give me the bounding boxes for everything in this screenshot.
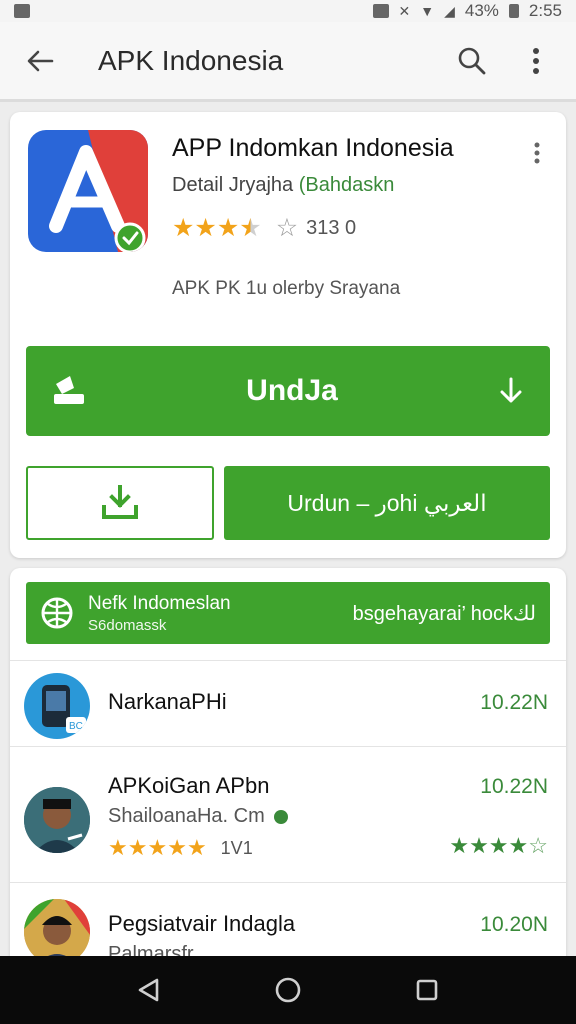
status-bar: ✕ ▼ ◢ 43% 2:55: [0, 0, 576, 22]
secondary-actions: Urdun – رohi العربي: [26, 466, 550, 540]
sim-icon: [372, 4, 389, 18]
app-publisher: ShailoanaHa. Cm: [108, 805, 289, 828]
app-description: APK PK 1u olerby Srayana: [172, 278, 401, 299]
app-name: NarkanaPHi: [108, 689, 227, 714]
rating-label: 1V1: [220, 837, 253, 858]
star-full-icon: ★: [216, 214, 240, 242]
promo-banner[interactable]: Nefk Indomeslan S6domassk bsgehayarai’ h…: [26, 582, 550, 644]
open-button[interactable]: Urdun – رohi العربي: [224, 466, 550, 540]
related-apps-card: Nefk Indomeslan S6domassk bsgehayarai’ h…: [10, 568, 566, 968]
top-app-bar: APK Indonesia: [0, 22, 576, 102]
install-button[interactable]: UndJa: [26, 346, 550, 436]
download-arrow-icon: [500, 377, 522, 403]
more-options-button[interactable]: [516, 41, 556, 81]
clock: 2:55: [528, 1, 562, 20]
star-full-icon: ★: [186, 835, 207, 860]
star-full-icon: ★: [508, 833, 529, 858]
avatar: [24, 787, 90, 853]
nav-back-button[interactable]: [119, 960, 179, 1020]
nav-back-icon: [139, 978, 159, 1002]
install-icon: [54, 376, 84, 404]
app-detail-card: APP Indomkan Indonesia Detail Jryajha (B…: [10, 112, 566, 558]
star-empty-icon: ☆: [275, 214, 299, 242]
app-rating: ★ ★ ★ ★ ★ 1V1: [108, 837, 253, 859]
app-size: 10.22N: [480, 691, 548, 714]
list-item[interactable]: BC NarkanaPHi 10.22N: [10, 660, 566, 746]
star-full-icon: ★: [127, 835, 148, 860]
star-full-icon: ★: [167, 835, 187, 860]
more-vert-icon: [534, 142, 540, 164]
nav-home-icon: [275, 977, 301, 1003]
app-rating: ★ ★ ★ ★ ☆ 313 0: [172, 216, 356, 241]
system-nav-bar: [0, 956, 576, 1024]
app-name: Pegsiatvair Indagla: [108, 911, 296, 936]
promo-subtitle: S6domassk: [88, 616, 167, 634]
rating-count: 313 0: [306, 217, 357, 239]
app-name: APP Indomkan Indonesia: [172, 134, 454, 162]
svg-text:BC: BC: [69, 721, 83, 732]
app-overflow-button[interactable]: [522, 136, 552, 170]
list-item[interactable]: APKoiGan APbn ShailoanaHa. Cm ★ ★ ★ ★ ★ …: [10, 746, 566, 882]
nav-home-button[interactable]: [258, 960, 318, 1020]
wifi-icon: ▼: [420, 3, 435, 19]
app-icon: BC: [24, 673, 90, 739]
app-rating-secondary: ★ ★ ★ ★ ☆: [449, 835, 548, 857]
app-meta-accent: (Bahdaskn: [298, 174, 395, 196]
star-empty-icon: ☆: [528, 833, 548, 858]
star-full-icon: ★: [147, 835, 168, 860]
verified-icon: [274, 809, 289, 824]
globe-icon: [41, 597, 73, 629]
app-meta: Detail Jryajha (Bahdaskn: [172, 174, 394, 197]
mute-icon: ✕: [398, 2, 411, 19]
app-size: 10.22N: [480, 775, 548, 798]
nav-recents-icon: [416, 979, 437, 1001]
install-button-label: UndJa: [246, 374, 338, 407]
back-button[interactable]: [0, 21, 80, 101]
promo-right-text: bsgehayarai’ hockلك: [352, 602, 536, 625]
app-meta-prefix: Detail Jryajha: [172, 174, 294, 196]
star-full-icon: ★: [108, 835, 128, 860]
star-full-icon: ★: [194, 214, 217, 242]
app-name: APKoiGan APbn: [108, 773, 270, 798]
download-tray-icon: [102, 485, 138, 519]
app-logo: [28, 130, 148, 252]
back-arrow-icon: [27, 50, 54, 71]
app-size: 10.20N: [480, 913, 548, 936]
notification-icon: [14, 4, 30, 18]
more-vert-icon: [533, 47, 539, 74]
star-full-icon: ★: [172, 214, 195, 242]
nav-recents-button[interactable]: [397, 960, 457, 1020]
search-icon: [458, 47, 486, 74]
page-title: APK Indonesia: [98, 44, 284, 76]
search-button[interactable]: [452, 41, 492, 81]
star-full-icon: ★: [469, 833, 489, 858]
star-full-icon: ★: [488, 833, 509, 858]
star-full-icon: ★: [449, 833, 470, 858]
battery-icon: [508, 4, 519, 18]
download-button[interactable]: [26, 466, 214, 540]
signal-icon: ◢: [444, 2, 455, 19]
battery-percent: 43%: [464, 1, 499, 20]
promo-title: Nefk Indomeslan: [88, 592, 231, 614]
star-half-icon: ★: [239, 214, 262, 242]
